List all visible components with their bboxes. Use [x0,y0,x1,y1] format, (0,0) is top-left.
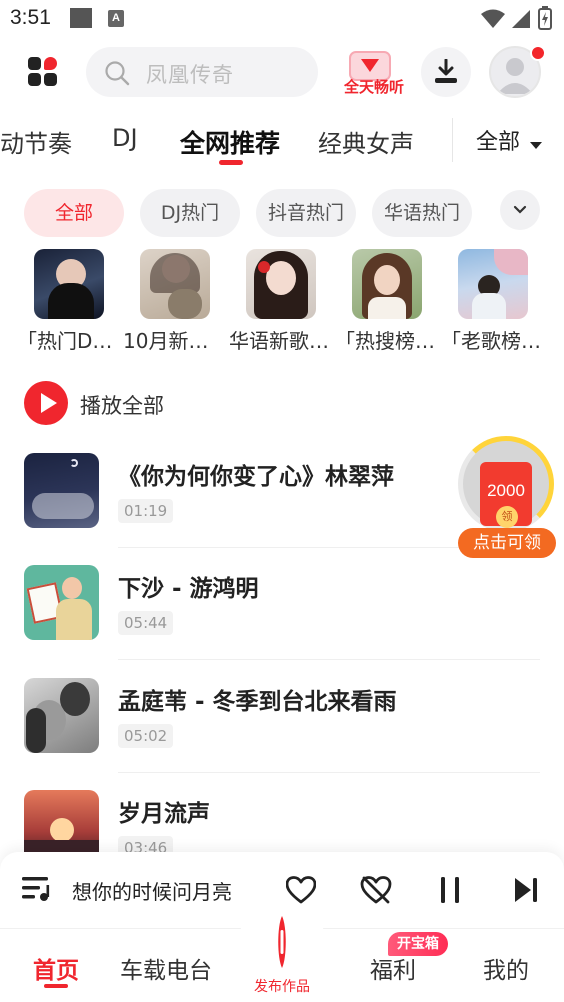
playlist-card[interactable]: 10月新歌… [123,249,227,354]
playlist-cover [352,249,422,319]
song-title: 《你为何你变了心》林翠萍 [118,464,394,490]
song-cover [24,678,99,753]
all-categories-label: 全部 [476,130,521,155]
row-divider [118,659,540,660]
battery-icon [538,6,552,30]
reward-float[interactable]: 2000 领 点击可领 [456,436,558,560]
song-title: 孟庭苇 - 冬季到台北来看雨 [118,689,397,715]
status-time: 3:51 [10,6,51,29]
play-all-label[interactable]: 播放全部 [80,390,164,420]
dislike-heart-icon[interactable] [360,876,392,904]
chip-all[interactable]: 全部 [24,189,124,237]
chevron-down-icon [513,205,527,214]
expand-chips-button[interactable] [500,190,540,230]
chip-dj-hot[interactable]: DJ热门 [140,189,240,237]
claim-reward-button[interactable]: 点击可领 [458,528,556,558]
song-row[interactable]: 下沙 - 游鸿明 05:44 [0,565,564,675]
playlist-card[interactable]: 「老歌榜… [441,249,545,354]
search-placeholder: 凤凰传奇 [146,63,234,87]
reward-coin-label: 领 [496,506,518,528]
playlist-queue-icon[interactable] [22,876,52,902]
download-icon [435,59,457,83]
tabs-divider [452,118,453,162]
nav-mine[interactable]: 我的 [483,951,529,985]
nav-home[interactable]: 首页 [33,951,79,985]
reward-amount: 2000 [487,481,525,500]
a-notification-icon: A [108,10,124,27]
promo-label: 全天畅听 [343,78,404,96]
status-bar: 3:51 A [0,0,564,38]
all-categories-button[interactable]: 全部 [476,124,543,160]
signal-icon [512,10,530,28]
treasure-box-badge: 开宝箱 [388,932,448,956]
row-divider [118,772,540,773]
app-screen: 3:51 A 凤凰传奇 全天畅听 动节奏 DJ 全网推荐 经典女声 全部 全部 … [0,0,564,1002]
active-nav-indicator [44,984,68,988]
search-icon [105,61,130,86]
microphone-icon [278,916,286,968]
chip-chinese-hot[interactable]: 华语热门 [372,189,472,237]
playlist-card[interactable]: 华语新歌… [229,249,333,354]
song-title: 下沙 - 游鸿明 [118,576,259,602]
song-duration: 05:44 [118,611,174,635]
home-indicator [0,998,564,1002]
song-cover [24,565,99,640]
playlist-card[interactable]: 「热搜榜… [335,249,439,354]
nav-welfare[interactable]: 福利 [370,951,416,985]
active-tab-indicator [219,160,243,165]
like-heart-icon[interactable] [286,876,316,904]
song-title: 岁月流声 [118,801,210,827]
wifi-icon [481,9,505,28]
song-cover [24,453,99,528]
tab-rhythm[interactable]: 动节奏 [0,124,72,159]
notification-dot [530,45,546,61]
download-button[interactable] [421,47,471,97]
playlist-title: 10月新歌… [123,329,227,353]
playlist-cover [246,249,316,319]
next-track-icon[interactable] [512,876,540,904]
chip-douyin-hot[interactable]: 抖音热门 [256,189,356,237]
promo-full-day-listen[interactable]: 全天畅听 [334,46,414,100]
playlist-cover [140,249,210,319]
now-playing-title: 想你的时候问月亮 [72,880,232,904]
playlist-title: 「热门D… [17,329,113,353]
tab-dj[interactable]: DJ [112,124,138,152]
tab-recommend[interactable]: 全网推荐 [180,124,280,160]
playlist-title: 「热搜榜… [335,329,435,353]
playlist-cover [458,249,528,319]
publish-button[interactable] [238,900,326,988]
tab-classic-female[interactable]: 经典女声 [318,124,414,159]
publish-label[interactable]: 发布作品 [244,976,320,996]
playlist-card[interactable]: 「热门D… [17,249,121,354]
notification-square-icon [70,8,92,28]
playlist-title: 「老歌榜… [441,329,541,353]
app-logo-icon[interactable] [28,57,58,87]
song-duration: 05:02 [118,724,174,748]
search-bar[interactable]: 凤凰传奇 [86,47,318,97]
song-duration: 01:19 [118,499,174,523]
playlist-title: 华语新歌… [229,329,329,353]
playlist-cover [34,249,104,319]
pause-icon[interactable] [438,876,464,904]
caret-down-icon [530,141,543,149]
nav-car-radio[interactable]: 车载电台 [120,951,212,985]
song-row[interactable]: 孟庭苇 - 冬季到台北来看雨 05:02 [0,678,564,788]
play-all-icon[interactable] [24,381,68,425]
